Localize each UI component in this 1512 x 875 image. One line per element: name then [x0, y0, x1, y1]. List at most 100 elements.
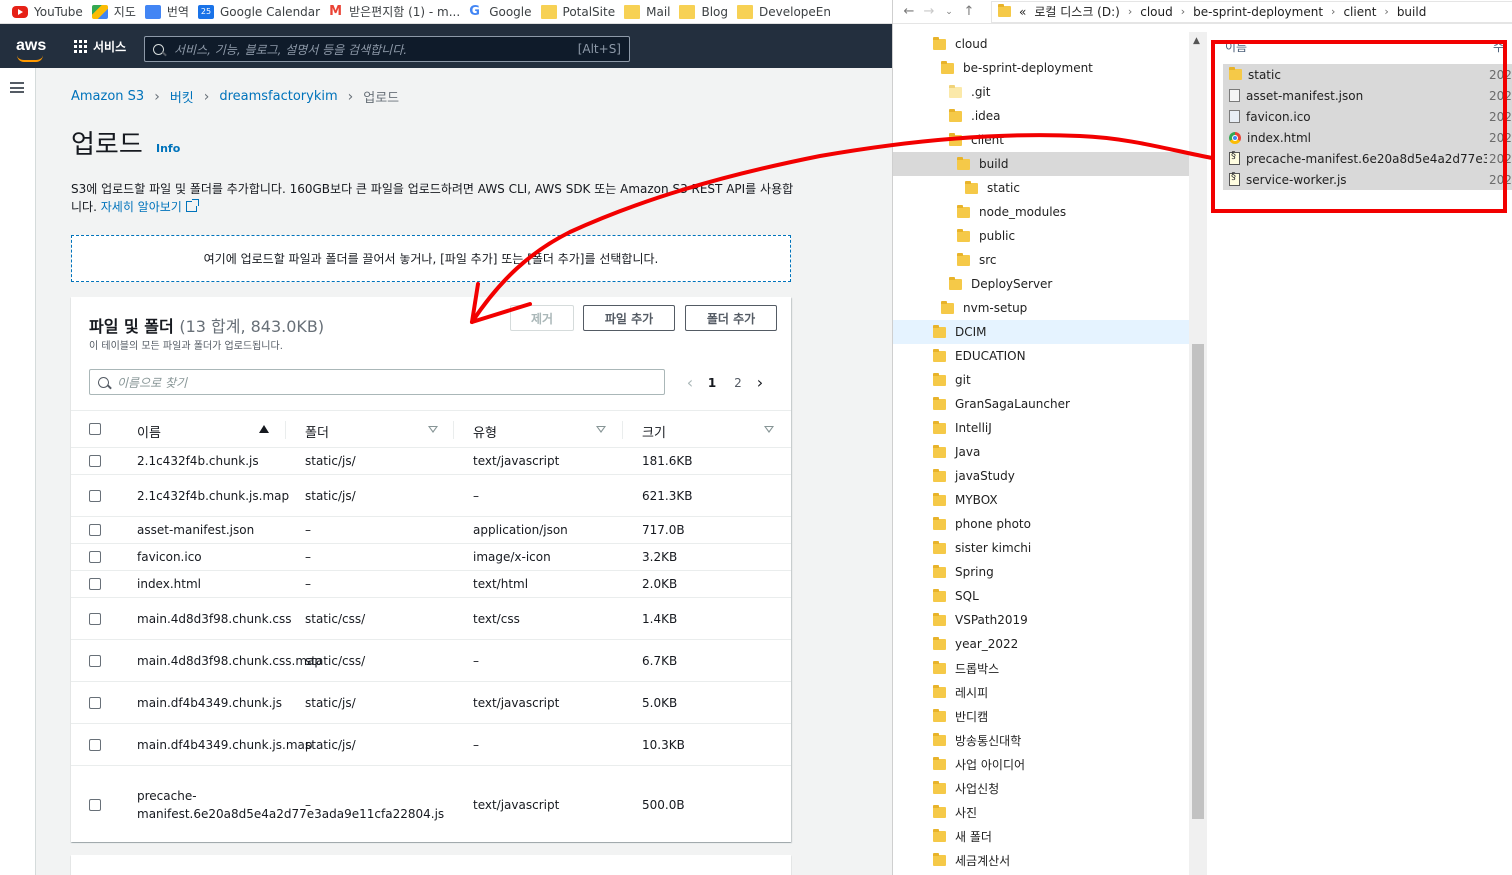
tree-folder-item[interactable]: 드롭박스: [893, 656, 1189, 680]
sort-icon[interactable]: [764, 426, 774, 433]
table-row[interactable]: 2.1c432f4b.chunk.js static/js/text/javasc…: [71, 448, 791, 475]
hamburger-menu-icon[interactable]: [10, 82, 24, 93]
select-all-checkbox[interactable]: [89, 423, 101, 435]
tree-folder-item[interactable]: .git: [893, 80, 1189, 104]
info-link[interactable]: Info: [156, 142, 180, 155]
path-segment[interactable]: client: [1343, 5, 1376, 19]
tree-folder-item[interactable]: cloud: [893, 32, 1189, 56]
table-row[interactable]: favicon.ico – image/x-icon 3.2KB: [71, 544, 791, 571]
tree-folder-item[interactable]: node_modules: [893, 200, 1189, 224]
table-row[interactable]: main.df4b4349.chunk.js static/js/text/jav…: [71, 682, 791, 724]
file-list-item[interactable]: static: [1223, 64, 1487, 85]
forward-arrow-icon[interactable]: →: [919, 4, 939, 19]
table-row[interactable]: asset-manifest.json – application/json 717.…: [71, 517, 791, 544]
tree-folder-item[interactable]: IntelliJ: [893, 416, 1189, 440]
tree-folder-item[interactable]: 반디캠: [893, 704, 1189, 728]
bookmark-item[interactable]: 25 Google Calendar: [197, 4, 329, 19]
page-2[interactable]: 2: [725, 376, 751, 390]
tree-folder-item[interactable]: phone photo: [893, 512, 1189, 536]
name-column-header[interactable]: 이름: [1225, 38, 1247, 55]
tree-folder-item[interactable]: GranSagaLauncher: [893, 392, 1189, 416]
services-menu-button[interactable]: 서비스: [74, 38, 126, 55]
tree-folder-item[interactable]: year_2022: [893, 632, 1189, 656]
tree-folder-item[interactable]: Java: [893, 440, 1189, 464]
bookmark-item[interactable]: Blog: [679, 4, 737, 19]
aws-search-input[interactable]: 서비스, 기능, 블로그, 설명서 등을 검색합니다. [Alt+S]: [144, 36, 630, 62]
tree-folder-item[interactable]: Spring: [893, 560, 1189, 584]
tree-folder-item[interactable]: 세금계산서: [893, 848, 1189, 872]
tree-folder-item[interactable]: DCIM: [893, 320, 1189, 344]
add-files-button[interactable]: 파일 추가: [583, 305, 675, 331]
table-row[interactable]: index.html – text/html 2.0KB: [71, 571, 791, 598]
upload-dropzone[interactable]: 여기에 업로드할 파일과 폴더를 끌어서 놓거나, [파일 추가] 또는 [폴더…: [71, 235, 791, 282]
sort-ascending-icon[interactable]: [259, 425, 269, 433]
bookmark-item[interactable]: 지도: [91, 3, 145, 20]
table-row[interactable]: precache-manifest.6e20a8d5e4a2d77e3ada9e…: [71, 766, 791, 844]
tree-folder-item[interactable]: 사업신청: [893, 776, 1189, 800]
breadcrumb-amazon-s3[interactable]: Amazon S3: [71, 89, 144, 104]
file-list-item[interactable]: precache-manifest.6e20a8d5e4a2d77e3...: [1223, 148, 1487, 169]
page-1[interactable]: 1: [699, 376, 725, 390]
tree-folder-item[interactable]: client: [893, 128, 1189, 152]
tree-scrollbar[interactable]: ▲: [1189, 32, 1207, 875]
table-row[interactable]: 2.1c432f4b.chunk.js.map static/js/ – 621.3K…: [71, 475, 791, 517]
sort-icon[interactable]: [428, 426, 438, 433]
bookmark-item[interactable]: G Google: [469, 4, 540, 19]
path-segment[interactable]: build: [1397, 5, 1427, 19]
bookmark-item[interactable]: DevelopeEn: [737, 4, 840, 19]
bookmark-item[interactable]: 번역: [144, 3, 198, 20]
remove-button[interactable]: 제거: [510, 305, 574, 331]
table-row[interactable]: main.4d8d3f98.chunk.css.map static/css/ – 6…: [71, 640, 791, 682]
tree-folder-item[interactable]: static: [893, 176, 1189, 200]
tree-folder-item[interactable]: MYBOX: [893, 488, 1189, 512]
add-folder-button[interactable]: 폴더 추가: [685, 305, 777, 331]
tree-folder-item[interactable]: 레시피: [893, 680, 1189, 704]
bookmark-item[interactable]: PotalSite: [540, 4, 625, 19]
tree-folder-item[interactable]: nvm-setup: [893, 296, 1189, 320]
name-filter-input[interactable]: 이름으로 찾기: [89, 369, 665, 395]
learn-more-link[interactable]: 자세히 알아보기: [101, 199, 199, 214]
row-checkbox[interactable]: [89, 612, 101, 625]
aws-logo[interactable]: aws: [16, 37, 56, 62]
breadcrumb-bucket[interactable]: dreamsfactorykim: [219, 89, 337, 104]
bookmark-item[interactable]: YouTube: [12, 5, 92, 19]
tree-folder-item[interactable]: VSPath2019: [893, 608, 1189, 632]
tree-folder-item[interactable]: .idea: [893, 104, 1189, 128]
breadcrumb-buckets[interactable]: 버킷: [170, 87, 194, 106]
address-path[interactable]: « 로컬 디스크 (D:) › cloud › be-sprint-deployment ›…: [991, 0, 1512, 23]
bookmark-item[interactable]: Mail: [624, 4, 679, 19]
row-checkbox[interactable]: [89, 524, 101, 536]
file-list-item[interactable]: index.html: [1223, 127, 1487, 148]
tree-folder-item[interactable]: git: [893, 368, 1189, 392]
tree-folder-item[interactable]: DeployServer: [893, 272, 1189, 296]
tree-folder-item[interactable]: 사진: [893, 800, 1189, 824]
row-checkbox[interactable]: [89, 798, 101, 811]
recent-dropdown-icon[interactable]: ⌄: [939, 7, 959, 17]
tree-folder-item[interactable]: public: [893, 224, 1189, 248]
file-list-item[interactable]: asset-manifest.json: [1223, 85, 1487, 106]
tree-folder-item[interactable]: src: [893, 248, 1189, 272]
next-page-icon[interactable]: ›: [751, 373, 769, 392]
prev-page-icon[interactable]: ‹: [681, 373, 699, 392]
tree-folder-item[interactable]: EDUCATION: [893, 344, 1189, 368]
path-segment[interactable]: be-sprint-deployment: [1193, 5, 1323, 19]
row-checkbox[interactable]: [89, 696, 101, 709]
up-arrow-icon[interactable]: ↑: [959, 4, 979, 19]
tree-folder-item[interactable]: 새 폴더: [893, 824, 1189, 848]
row-checkbox[interactable]: [89, 455, 101, 467]
date-column-header[interactable]: 수: [1493, 38, 1504, 55]
row-checkbox[interactable]: [89, 489, 101, 502]
scrollbar-thumb[interactable]: [1192, 344, 1204, 819]
file-list-item[interactable]: service-worker.js: [1223, 169, 1487, 190]
tree-folder-item[interactable]: 사업 아이디어: [893, 752, 1189, 776]
file-list-item[interactable]: favicon.ico: [1223, 106, 1487, 127]
column-folder[interactable]: 폴더: [305, 422, 329, 441]
tree-folder-item[interactable]: be-sprint-deployment: [893, 56, 1189, 80]
path-segment[interactable]: 로컬 디스크 (D:): [1034, 3, 1119, 20]
sort-icon[interactable]: [596, 426, 606, 433]
table-row[interactable]: main.4d8d3f98.chunk.css static/css/text/c…: [71, 598, 791, 640]
tree-folder-item[interactable]: SQL: [893, 584, 1189, 608]
row-checkbox[interactable]: [89, 551, 101, 563]
column-type[interactable]: 유형: [473, 422, 497, 441]
path-segment[interactable]: «: [1019, 5, 1026, 19]
